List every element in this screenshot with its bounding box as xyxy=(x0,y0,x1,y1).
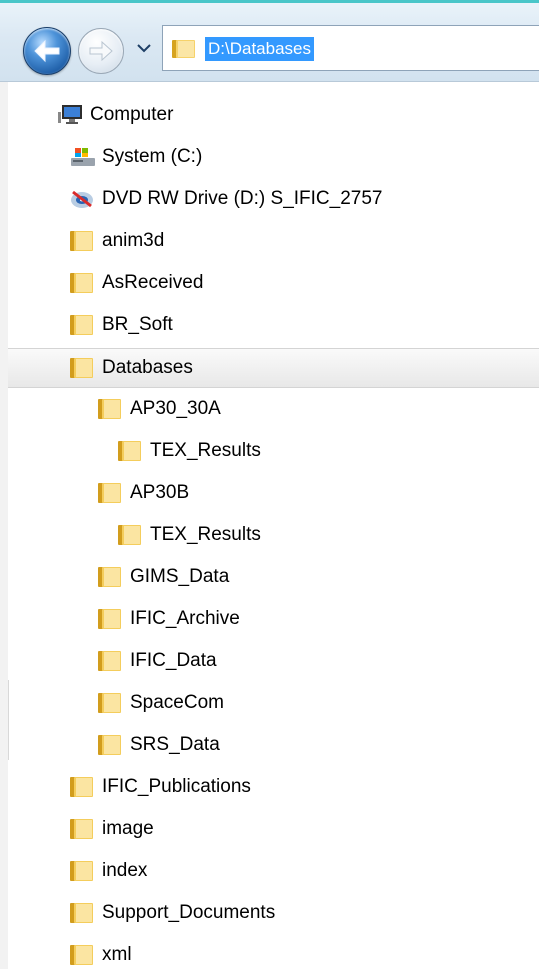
navigation-toolbar: D:\Databases xyxy=(0,3,539,82)
folder-icon xyxy=(70,944,94,966)
folder-icon xyxy=(70,357,94,379)
tree-item-label: Support_Documents xyxy=(102,902,276,923)
tree-item-databases[interactable]: Databases xyxy=(8,348,539,388)
folder-icon xyxy=(172,40,195,58)
tree-item-dvd-rw-drive-d-s-ific-2757[interactable]: DVD RW Drive (D:) S_IFIC_2757 xyxy=(8,180,539,218)
tree-item-gims-data[interactable]: GIMS_Data xyxy=(8,558,539,596)
folder-icon xyxy=(98,566,122,588)
tree-item-support-documents[interactable]: Support_Documents xyxy=(8,894,539,932)
folder-icon xyxy=(70,776,94,798)
folder-icon xyxy=(98,734,122,756)
tree-item-label: System (C:) xyxy=(102,146,203,167)
tree-item-label: xml xyxy=(102,944,132,965)
tree-item-label: AP30B xyxy=(130,482,190,503)
arrow-right-icon xyxy=(89,40,113,62)
tree-item-label: image xyxy=(102,818,154,839)
folder-icon xyxy=(98,608,122,630)
folder-icon xyxy=(70,230,94,252)
chevron-down-icon xyxy=(137,44,151,53)
tree-item-label: SpaceCom xyxy=(130,692,224,713)
tree-item-ific-data[interactable]: IFIC_Data xyxy=(8,642,539,680)
tree-item-tex-results[interactable]: TEX_Results xyxy=(8,516,539,554)
tree-item-spacecom[interactable]: SpaceCom xyxy=(8,684,539,722)
tree-item-label: DVD RW Drive (D:) S_IFIC_2757 xyxy=(102,188,383,209)
folder-icon xyxy=(118,524,142,546)
folder-icon xyxy=(70,314,94,336)
folder-icon xyxy=(98,482,122,504)
tree-item-label: AP30_30A xyxy=(130,398,221,419)
tree-item-ap30b[interactable]: AP30B xyxy=(8,474,539,512)
folder-icon xyxy=(98,692,122,714)
tree-item-image[interactable]: image xyxy=(8,810,539,848)
tree-item-label: SRS_Data xyxy=(130,734,220,755)
tree-item-br-soft[interactable]: BR_Soft xyxy=(8,306,539,344)
address-bar[interactable]: D:\Databases xyxy=(162,25,539,71)
tree-item-label: IFIC_Archive xyxy=(130,608,240,629)
tree-item-label: TEX_Results xyxy=(150,524,261,545)
tree-item-computer[interactable]: Computer xyxy=(8,96,539,134)
pane-divider xyxy=(8,680,9,760)
tree-item-ific-publications[interactable]: IFIC_Publications xyxy=(8,768,539,806)
tree-item-label: index xyxy=(102,860,148,881)
tree-item-label: TEX_Results xyxy=(150,440,261,461)
tree-item-label: Databases xyxy=(102,357,193,378)
tree-item-xml[interactable]: xml xyxy=(8,936,539,974)
tree-item-label: BR_Soft xyxy=(102,314,173,335)
tree-item-label: anim3d xyxy=(102,230,165,251)
tree-item-label: IFIC_Publications xyxy=(102,776,251,797)
tree-item-ific-archive[interactable]: IFIC_Archive xyxy=(8,600,539,638)
folder-icon xyxy=(98,398,122,420)
tree-item-anim3d[interactable]: anim3d xyxy=(8,222,539,260)
tree-item-system-c[interactable]: System (C:) xyxy=(8,138,539,176)
tree-item-label: GIMS_Data xyxy=(130,566,230,587)
address-path-text[interactable]: D:\Databases xyxy=(205,37,314,61)
folder-icon xyxy=(118,440,142,462)
folder-icon xyxy=(70,860,94,882)
folder-icon xyxy=(70,818,94,840)
tree-item-label: AsReceived xyxy=(102,272,204,293)
forward-button[interactable] xyxy=(78,28,124,74)
navigation-tree-pane[interactable]: Computer System (C:) DVD RW Drive (D:) S_I… xyxy=(0,82,539,969)
folder-icon xyxy=(70,902,94,924)
tree-item-label: Computer xyxy=(90,104,174,125)
folder-icon xyxy=(70,272,94,294)
system-drive-icon xyxy=(70,146,95,168)
dvd-drive-icon xyxy=(70,188,94,210)
tree-item-asreceived[interactable]: AsReceived xyxy=(8,264,539,302)
tree-item-tex-results[interactable]: TEX_Results xyxy=(8,432,539,470)
computer-icon xyxy=(58,104,82,126)
folder-icon xyxy=(98,650,122,672)
tree-item-srs-data[interactable]: SRS_Data xyxy=(8,726,539,764)
tree-item-index[interactable]: index xyxy=(8,852,539,890)
tree-item-label: IFIC_Data xyxy=(130,650,217,671)
back-button[interactable] xyxy=(23,27,71,75)
recent-pages-dropdown[interactable] xyxy=(135,39,153,57)
arrow-left-icon xyxy=(34,39,60,63)
tree-item-ap30-30a[interactable]: AP30_30A xyxy=(8,390,539,428)
